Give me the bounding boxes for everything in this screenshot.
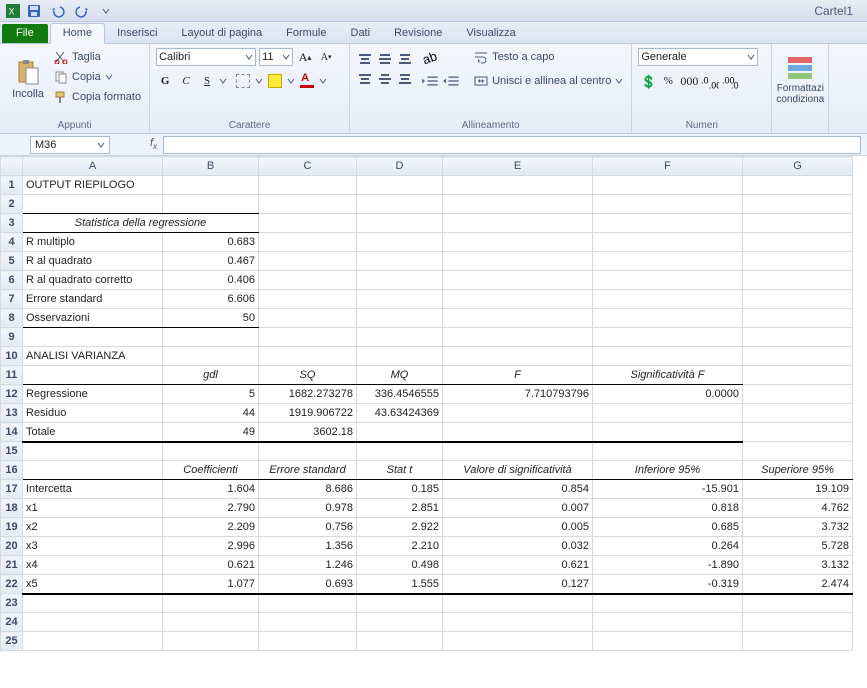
paste-label: Incolla xyxy=(12,88,44,100)
border-button[interactable] xyxy=(234,72,252,90)
format-painter-button[interactable]: Copia formato xyxy=(52,88,143,106)
tab-formule[interactable]: Formule xyxy=(274,24,338,43)
cond-format-label: Formattazi condiziona xyxy=(776,83,824,105)
decrease-decimal-button[interactable]: .00.0 xyxy=(722,72,740,90)
cell[interactable]: OUTPUT RIEPILOGO xyxy=(23,176,163,195)
cut-icon xyxy=(54,50,68,64)
chevron-down-icon[interactable] xyxy=(255,77,263,85)
col-header-F[interactable]: F xyxy=(593,157,743,176)
brush-icon xyxy=(54,90,68,104)
col-header-A[interactable]: A xyxy=(23,157,163,176)
group-alignment-label: Allineamento xyxy=(356,119,625,132)
title-bar: X Cartel1 xyxy=(0,0,867,22)
save-button[interactable] xyxy=(24,3,44,19)
grow-font-button[interactable]: A▴ xyxy=(296,48,314,66)
quick-access-toolbar xyxy=(24,3,116,19)
merge-icon xyxy=(474,74,488,88)
increase-indent-button[interactable] xyxy=(442,72,460,90)
group-clipboard: Incolla Taglia Copia Copia formato Appun… xyxy=(0,44,150,133)
paste-icon xyxy=(14,58,42,86)
align-middle-button[interactable] xyxy=(376,50,394,68)
column-headers[interactable]: A B C D E F G xyxy=(1,157,853,176)
align-left-button[interactable] xyxy=(356,70,374,88)
align-bottom-button[interactable] xyxy=(396,50,414,68)
align-top-button[interactable] xyxy=(356,50,374,68)
col-header-D[interactable]: D xyxy=(357,157,443,176)
paste-button[interactable]: Incolla xyxy=(6,48,50,110)
group-clipboard-label: Appunti xyxy=(6,119,143,132)
select-all-corner[interactable] xyxy=(1,157,23,176)
group-font-label: Carattere xyxy=(156,119,343,132)
font-color-button[interactable] xyxy=(298,72,316,90)
shrink-font-button[interactable]: A▾ xyxy=(317,48,335,66)
group-number-label: Numeri xyxy=(638,119,765,132)
conditional-formatting-button[interactable]: Formattazi condiziona xyxy=(778,48,822,110)
group-alignment: ab Testo a capo Unisci e allinea al cent… xyxy=(350,44,632,133)
copy-icon xyxy=(54,70,68,84)
tab-revisione[interactable]: Revisione xyxy=(382,24,454,43)
group-font: Calibri 11 A▴ A▾ G C S Carattere xyxy=(150,44,350,133)
merge-center-button[interactable]: Unisci e allinea al centro xyxy=(472,72,625,90)
orientation-button[interactable]: ab xyxy=(421,48,439,66)
align-right-button[interactable] xyxy=(396,70,414,88)
wrap-text-button[interactable]: Testo a capo xyxy=(472,48,625,66)
ribbon-tabbar: File Home Inserisci Layout di pagina For… xyxy=(0,22,867,44)
qat-dropdown[interactable] xyxy=(96,3,116,19)
grid-body[interactable]: 1OUTPUT RIEPILOGO 2 3Statistica della re… xyxy=(1,176,853,651)
redo-button[interactable] xyxy=(72,3,92,19)
chevron-down-icon[interactable] xyxy=(219,77,227,85)
increase-decimal-button[interactable]: .0.00 xyxy=(701,72,719,90)
tab-file[interactable]: File xyxy=(2,24,48,43)
font-name-select[interactable]: Calibri xyxy=(156,48,256,66)
cut-button[interactable]: Taglia xyxy=(52,48,143,66)
document-title: Cartel1 xyxy=(814,4,853,18)
ribbon: Incolla Taglia Copia Copia formato Appun… xyxy=(0,44,867,134)
chevron-down-icon[interactable] xyxy=(287,77,295,85)
svg-text:💲: 💲 xyxy=(641,74,656,89)
tab-inserisci[interactable]: Inserisci xyxy=(105,24,169,43)
col-header-B[interactable]: B xyxy=(163,157,259,176)
undo-button[interactable] xyxy=(48,3,68,19)
tab-layout[interactable]: Layout di pagina xyxy=(169,24,274,43)
bold-button[interactable]: G xyxy=(156,72,174,90)
group-number: Generale 💲 % 000 .0.00 .00.0 Numeri xyxy=(632,44,772,133)
align-center-button[interactable] xyxy=(376,70,394,88)
font-size-select[interactable]: 11 xyxy=(259,48,293,66)
fx-icon[interactable]: fx xyxy=(150,137,157,151)
tab-home[interactable]: Home xyxy=(50,23,105,44)
underline-button[interactable]: S xyxy=(198,72,216,90)
font-color-icon xyxy=(300,74,314,88)
svg-text:ab: ab xyxy=(421,48,439,66)
italic-button[interactable]: C xyxy=(177,72,195,90)
name-box[interactable]: M36 xyxy=(30,136,110,154)
border-icon xyxy=(236,74,250,88)
excel-icon: X xyxy=(6,4,20,18)
svg-text:X: X xyxy=(9,6,15,16)
wrap-icon xyxy=(474,50,488,64)
svg-text:.0: .0 xyxy=(731,81,739,90)
svg-text:.0: .0 xyxy=(701,76,709,86)
percent-button[interactable]: % xyxy=(659,72,677,90)
fill-color-button[interactable] xyxy=(266,72,284,90)
col-header-E[interactable]: E xyxy=(443,157,593,176)
spreadsheet-grid[interactable]: A B C D E F G 1OUTPUT RIEPILOGO 2 3Stati… xyxy=(0,156,867,651)
tab-dati[interactable]: Dati xyxy=(339,24,383,43)
formula-input[interactable] xyxy=(163,136,861,154)
group-styles: Formattazi condiziona xyxy=(772,44,829,133)
copy-button[interactable]: Copia xyxy=(52,68,143,86)
comma-button[interactable]: 000 xyxy=(680,72,698,90)
chevron-down-icon[interactable] xyxy=(319,77,327,85)
cell[interactable]: Statistica della regressione xyxy=(23,214,259,233)
svg-text:.00: .00 xyxy=(709,81,719,90)
cond-format-icon xyxy=(786,53,814,81)
formula-bar: M36 fx xyxy=(0,134,867,156)
col-header-G[interactable]: G xyxy=(743,157,853,176)
row-header[interactable]: 1 xyxy=(1,176,23,195)
decrease-indent-button[interactable] xyxy=(421,72,439,90)
number-format-select[interactable]: Generale xyxy=(638,48,758,66)
currency-button[interactable]: 💲 xyxy=(638,72,656,90)
bucket-icon xyxy=(268,74,282,88)
col-header-C[interactable]: C xyxy=(259,157,357,176)
tab-visualizza[interactable]: Visualizza xyxy=(454,24,527,43)
